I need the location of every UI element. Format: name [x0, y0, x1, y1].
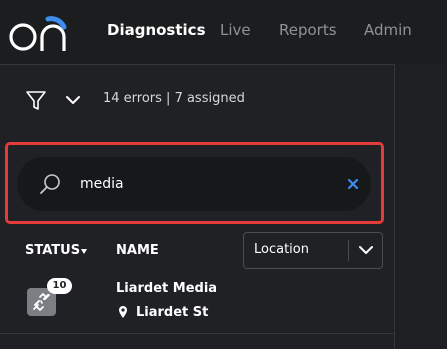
app-window: Diagnostics Live Reports Admin 14 errors… [0, 0, 447, 349]
search-icon [40, 174, 60, 194]
close-icon[interactable] [346, 177, 360, 191]
filter-summary: 14 errors | 7 assigned [103, 91, 245, 106]
column-header-name: NAME [116, 243, 159, 258]
broken-link-icon [33, 293, 50, 311]
row-location: Liardet St [136, 305, 209, 320]
sort-caret-icon[interactable] [81, 249, 87, 254]
nav-tab-live[interactable]: Live [220, 20, 251, 40]
location-select-value[interactable]: Location [254, 241, 309, 259]
error-count-badge: 10 [47, 278, 72, 294]
map-pin-icon [119, 306, 127, 318]
nav-tab-reports[interactable]: Reports [279, 20, 337, 40]
column-header-status[interactable]: STATUS [25, 242, 80, 260]
row-divider [0, 333, 394, 334]
location-select-divider [348, 240, 349, 261]
top-nav-bar: Diagnostics Live Reports Admin [0, 0, 447, 64]
filter-icon[interactable] [25, 89, 47, 111]
chevron-down-icon[interactable] [357, 243, 375, 257]
header-divider [0, 64, 395, 65]
chevron-down-icon[interactable] [65, 93, 81, 107]
search-input[interactable] [80, 173, 330, 195]
detail-pane [395, 64, 447, 349]
row-name[interactable]: Liardet Media [116, 280, 217, 298]
app-logo[interactable] [8, 13, 70, 53]
nav-tab-diagnostics[interactable]: Diagnostics [107, 20, 206, 40]
nav-tab-admin[interactable]: Admin [364, 20, 412, 40]
